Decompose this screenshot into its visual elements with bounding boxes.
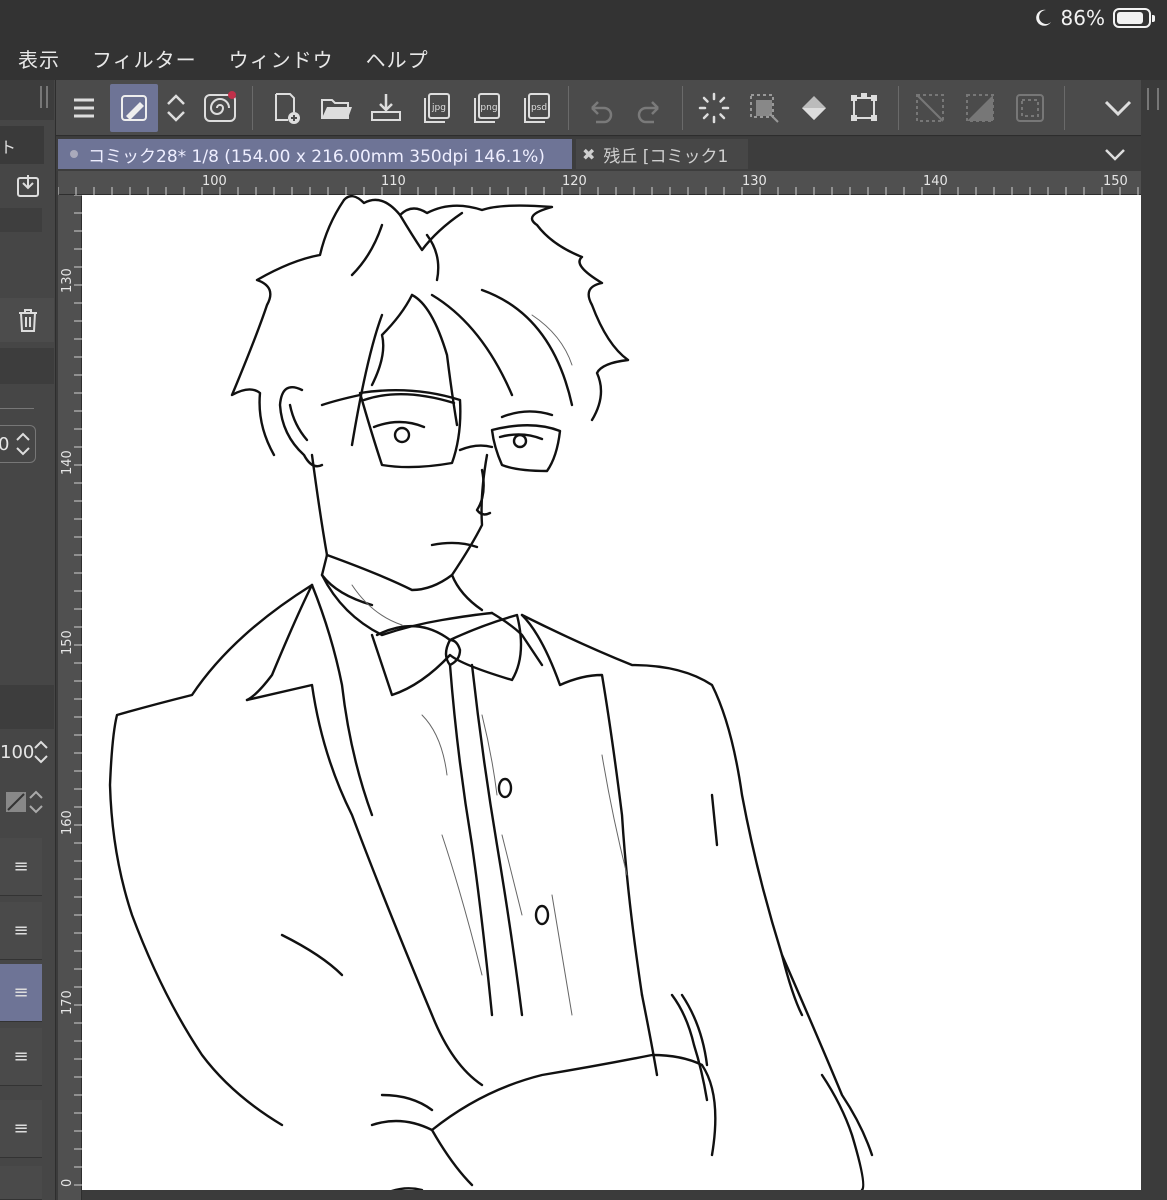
export-psd-icon[interactable]: psd	[512, 84, 560, 132]
vertical-ruler: 130 140 150 160 170 0	[58, 195, 82, 1200]
drawing-canvas[interactable]	[82, 195, 1141, 1190]
canvas-bottom-edge	[82, 1190, 1167, 1200]
status-indicators: 86%	[1033, 5, 1155, 31]
vertical-ruler-ticks	[74, 195, 82, 1186]
spiral-icon[interactable]	[196, 84, 244, 132]
panel-separator	[0, 348, 54, 384]
selection-border-icon[interactable]	[1006, 84, 1054, 132]
undo-icon[interactable]	[576, 84, 624, 132]
toolbar-separator	[682, 86, 683, 130]
transform-icon[interactable]	[840, 84, 888, 132]
up-down-chevron-icon[interactable]	[154, 84, 198, 132]
menu-help[interactable]: ヘルプ	[366, 44, 429, 73]
toolbar-separator	[252, 86, 253, 130]
open-folder-icon[interactable]	[312, 84, 360, 132]
layer-menu-icon: ≡	[13, 1046, 29, 1067]
loading-spinner-icon[interactable]	[690, 84, 738, 132]
panel-field	[0, 208, 42, 232]
ruler-v-label: 160	[60, 810, 75, 835]
layer-menu-icon: ≡	[13, 920, 29, 941]
battery-level-fill	[1117, 12, 1143, 24]
layer-menu-icon: ≡	[13, 1118, 29, 1139]
layer-menu-icon: ≡	[13, 982, 29, 1003]
layer-row-4[interactable]: ≡	[0, 1028, 42, 1086]
trash-icon[interactable]	[12, 304, 44, 336]
tab-inactive-label: 残丘 [コミック1	[603, 146, 729, 167]
redo-icon[interactable]	[626, 84, 674, 132]
fill-icon[interactable]	[790, 84, 838, 132]
status-bar: 86%	[0, 0, 1167, 36]
panel-grip-handle[interactable]	[40, 86, 48, 108]
toolbar-separator	[1064, 86, 1065, 130]
layer-row-selected[interactable]: ≡	[0, 964, 42, 1022]
ruler-v-label: 170	[60, 990, 75, 1015]
new-page-icon[interactable]	[262, 84, 310, 132]
ruler-v-label: 0	[60, 1178, 75, 1187]
panel-divider	[0, 408, 34, 409]
ruler-h-label: 100	[202, 174, 227, 189]
panel-separator-2	[0, 685, 54, 729]
right-edge-strip	[1141, 137, 1167, 1200]
layer-row-5[interactable]: ≡	[0, 1100, 42, 1158]
quick-access-icon[interactable]	[110, 84, 158, 132]
menu-view[interactable]: 表示	[18, 44, 60, 73]
clipping-icon[interactable]	[4, 788, 48, 818]
ruler-h-label: 130	[742, 174, 767, 189]
command-bar: jpg png psd	[56, 80, 1141, 136]
layer-row-2[interactable]: ≡	[0, 902, 42, 960]
ruler-v-label: 140	[60, 450, 75, 475]
document-tab-bar: コミック28* 1/8 (154.00 x 216.00mm 350dpi 14…	[56, 137, 1141, 171]
export-png-label: png	[480, 103, 497, 113]
menu-window[interactable]: ウィンドウ	[229, 44, 334, 73]
select-layer-icon[interactable]	[740, 84, 788, 132]
menu-icon[interactable]	[60, 84, 108, 132]
ruler-h-label: 150	[1103, 174, 1128, 189]
export-psd-label: psd	[531, 103, 547, 113]
tab-active-document[interactable]: コミック28* 1/8 (154.00 x 216.00mm 350dpi 14…	[58, 139, 572, 169]
spin-field-1-value: 0	[0, 434, 10, 455]
line-art-illustration	[108, 195, 874, 1190]
toolbar-grip-handle[interactable]	[1147, 88, 1159, 110]
ruler-h-label: 120	[562, 174, 587, 189]
save-download-icon[interactable]	[362, 84, 410, 132]
menu-bar: 表示 フィルター ウィンドウ ヘルプ	[0, 36, 1167, 80]
tab-inactive-document[interactable]: ✖ 残丘 [コミック1	[576, 139, 748, 169]
export-png-icon[interactable]: png	[462, 84, 510, 132]
import-icon[interactable]	[12, 170, 44, 202]
unsaved-dot-icon	[70, 150, 78, 158]
layer-menu-icon: ≡	[13, 856, 29, 877]
layer-row-1[interactable]: ≡	[0, 838, 42, 896]
left-panel: ト 0 100 ≡ ≡ ≡ ≡ ≡	[0, 80, 56, 1200]
ruler-h-label: 110	[381, 174, 406, 189]
moon-icon	[1035, 9, 1051, 26]
menu-filter[interactable]: フィルター	[92, 44, 197, 73]
ruler-v-label: 130	[60, 268, 75, 293]
battery-percentage: 86%	[1060, 6, 1105, 30]
toolbar-separator	[568, 86, 569, 130]
tab-active-label: コミック28* 1/8 (154.00 x 216.00mm 350dpi 14…	[88, 146, 545, 167]
horizontal-ruler: 100 110 120 130 140 150	[58, 171, 1141, 195]
close-tab-icon[interactable]: ✖	[582, 145, 595, 164]
export-jpg-label: jpg	[431, 103, 446, 113]
layer-row-6[interactable]	[0, 1166, 42, 1200]
toolbar-separator	[898, 86, 899, 130]
opacity-value[interactable]: 100	[0, 742, 34, 763]
ruler-v-label: 150	[60, 630, 75, 655]
opacity-stepper-icon[interactable]	[32, 738, 50, 766]
ruler-h-label: 140	[923, 174, 948, 189]
tab-list-chevron-icon[interactable]	[1101, 141, 1129, 167]
export-jpg-icon[interactable]: jpg	[412, 84, 460, 132]
panel-tab[interactable]: ト	[0, 126, 44, 164]
battery-icon	[1113, 8, 1155, 28]
panel-tab-label: ト	[0, 138, 17, 157]
expand-chevron-icon[interactable]	[1094, 84, 1142, 132]
invert-selection-icon[interactable]	[956, 84, 1004, 132]
stepper-arrows-icon[interactable]	[14, 430, 32, 458]
deselect-icon[interactable]	[906, 84, 954, 132]
spin-field-1[interactable]: 0	[0, 425, 36, 463]
